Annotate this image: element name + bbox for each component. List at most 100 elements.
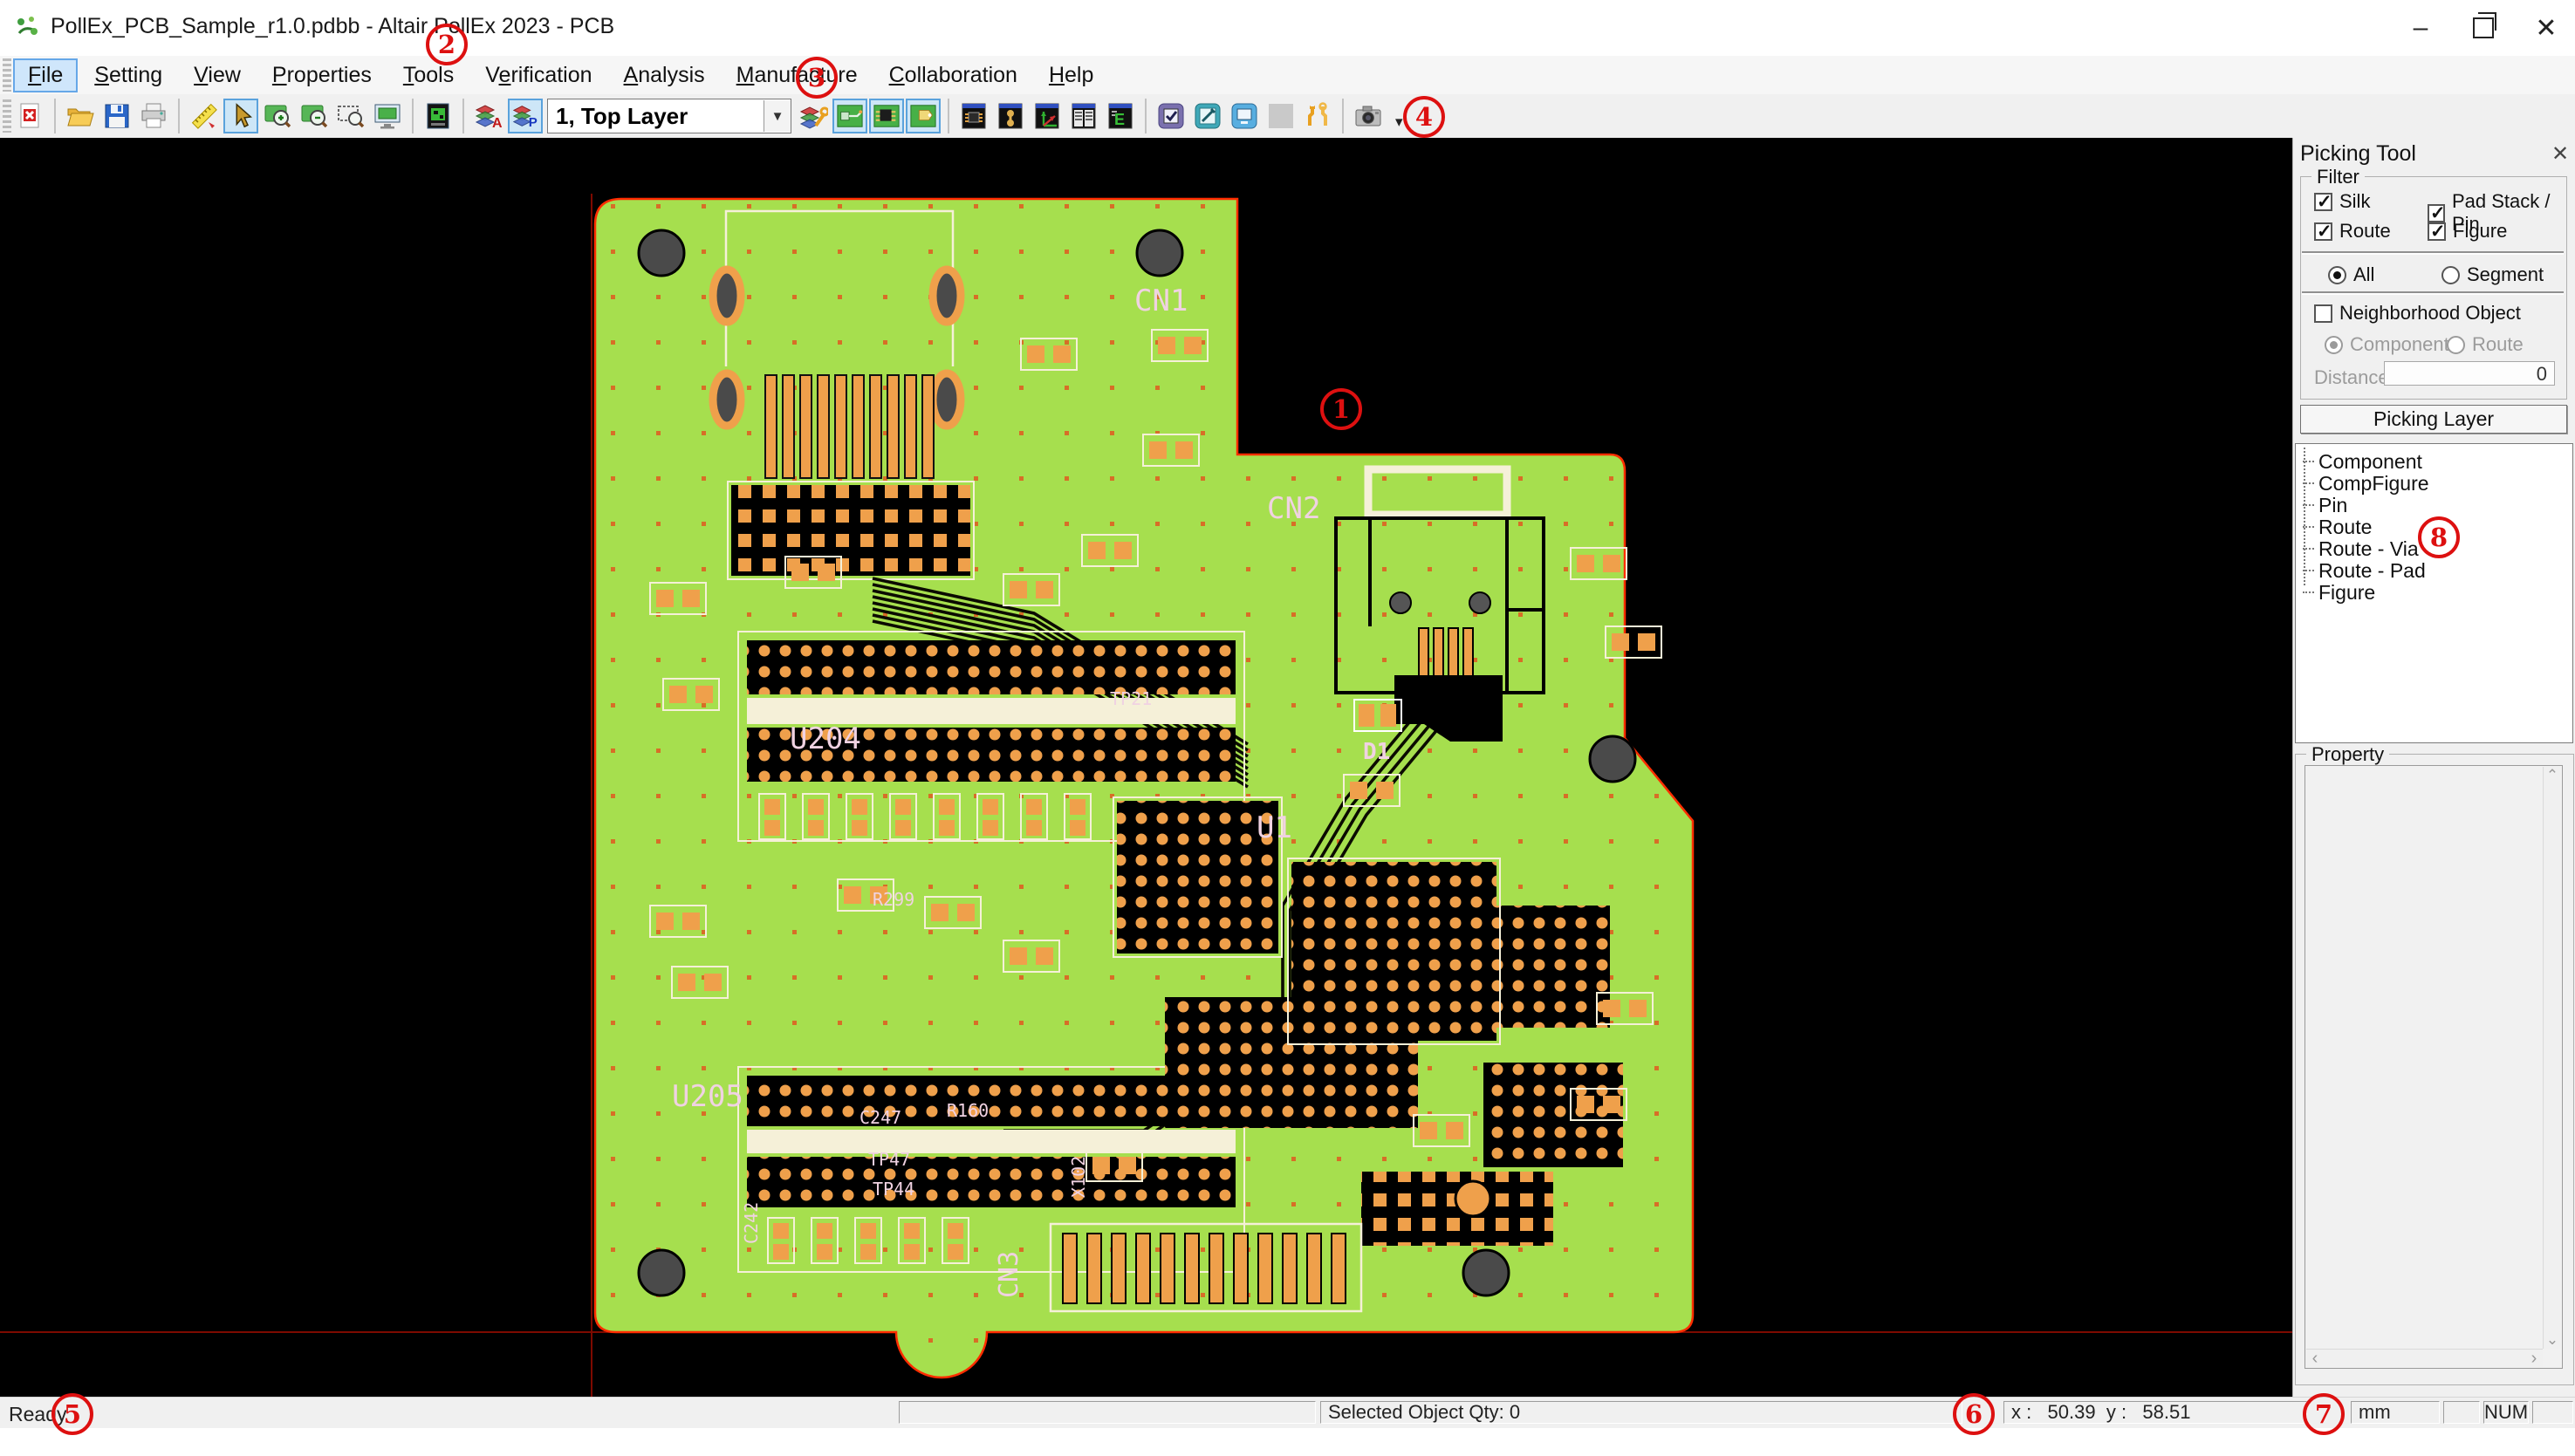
label-u205: U205 bbox=[672, 1079, 743, 1114]
scope-all-radio[interactable]: All bbox=[2328, 263, 2374, 286]
menu-verification[interactable]: Verification bbox=[470, 58, 606, 92]
status-empty-cell bbox=[2532, 1401, 2573, 1424]
minimize-button[interactable]: – bbox=[2396, 10, 2445, 45]
filter-silk-checkbox[interactable]: Silk bbox=[2314, 190, 2370, 213]
layer-item-route-pad[interactable]: Route - Pad bbox=[2296, 560, 2572, 582]
layer-all-icon[interactable]: A bbox=[471, 99, 506, 133]
menu-properties[interactable]: Properties bbox=[257, 58, 387, 92]
callout-6: 6 bbox=[1953, 1393, 1995, 1435]
picking-layer-button[interactable]: Picking Layer bbox=[2300, 405, 2567, 434]
layer-selector[interactable]: 1, Top Layer ▼ bbox=[547, 99, 791, 133]
scroll-right-icon[interactable]: › bbox=[2525, 1350, 2543, 1367]
distance-label: Distance bbox=[2314, 366, 2389, 389]
status-units: mm bbox=[2351, 1401, 2440, 1424]
net-window-icon[interactable]: E bbox=[1103, 99, 1138, 133]
separator bbox=[2302, 291, 2564, 295]
zoom-in-icon[interactable] bbox=[260, 99, 295, 133]
label-u1: U1 bbox=[1257, 810, 1292, 845]
layer-selector-dropdown-icon[interactable]: ▼ bbox=[764, 100, 791, 132]
scroll-down-icon[interactable]: ⌄ bbox=[2544, 1331, 2561, 1349]
layer-settings-icon[interactable] bbox=[796, 99, 831, 133]
print-icon[interactable] bbox=[136, 99, 171, 133]
design-check-icon[interactable] bbox=[1190, 99, 1225, 133]
layer-item-pin[interactable]: Pin bbox=[2296, 495, 2572, 516]
toolbar-separator bbox=[178, 99, 180, 133]
zoom-out-icon[interactable] bbox=[297, 99, 332, 133]
label-r160: R160 bbox=[947, 1100, 989, 1121]
open-file-icon[interactable] bbox=[63, 99, 98, 133]
filter-figure-checkbox[interactable]: Figure bbox=[2428, 220, 2507, 243]
close-document-icon[interactable] bbox=[12, 99, 47, 133]
close-button[interactable]: ✕ bbox=[2522, 10, 2571, 45]
zoom-fit-icon[interactable] bbox=[370, 99, 405, 133]
pin-window-icon[interactable] bbox=[993, 99, 1028, 133]
label-tp21: TP21 bbox=[1110, 688, 1152, 709]
checkbox-icon bbox=[2314, 304, 2332, 323]
radio-icon bbox=[2441, 266, 2460, 284]
callout-4: 4 bbox=[1403, 96, 1445, 138]
pcb-board-drawing: CN1 CN2 CN3 U1 U204 U205 D1 C247 TP47 TP… bbox=[0, 138, 2292, 1397]
zoom-window-icon[interactable] bbox=[333, 99, 368, 133]
restore-button[interactable] bbox=[2459, 10, 2508, 45]
menu-tools[interactable]: Tools bbox=[388, 58, 469, 92]
filter-route-checkbox[interactable]: Route bbox=[2314, 220, 2391, 243]
toolbar-separator bbox=[462, 99, 464, 133]
application-window: PollEx_PCB_Sample_r1.0.pdbb - Altair Pol… bbox=[0, 0, 2575, 1456]
snapshot-camera-icon[interactable] bbox=[1351, 99, 1386, 133]
pcb-canvas[interactable]: CN1 CN2 CN3 U1 U204 U205 D1 C247 TP47 TP… bbox=[0, 138, 2292, 1397]
axis-3d-icon[interactable] bbox=[1030, 99, 1065, 133]
title-bar: PollEx_PCB_Sample_r1.0.pdbb - Altair Pol… bbox=[0, 0, 2575, 56]
component-window-icon[interactable] bbox=[956, 99, 991, 133]
menu-file[interactable]: File bbox=[13, 58, 78, 92]
property-content[interactable]: ⌃ ⌄ ‹ › bbox=[2304, 765, 2563, 1369]
label-tp47: TP47 bbox=[868, 1149, 910, 1170]
label-cn2: CN2 bbox=[1267, 491, 1320, 526]
menu-bar: File Setting View Properties Tools Verif… bbox=[0, 56, 2575, 94]
viewer-icon[interactable] bbox=[1227, 99, 1262, 133]
menu-help[interactable]: Help bbox=[1034, 58, 1108, 92]
window-title: PollEx_PCB_Sample_r1.0.pdbb - Altair Pol… bbox=[51, 14, 614, 39]
select-cursor-icon[interactable] bbox=[223, 99, 258, 133]
vertical-scrollbar[interactable]: ⌃ ⌄ bbox=[2543, 767, 2561, 1349]
svg-text:E: E bbox=[1114, 111, 1125, 128]
menu-collaboration[interactable]: Collaboration bbox=[874, 58, 1032, 92]
radio-icon bbox=[2328, 266, 2346, 284]
app-logo-icon bbox=[14, 14, 40, 40]
measure-ruler-icon[interactable] bbox=[187, 99, 222, 133]
menu-setting[interactable]: Setting bbox=[79, 58, 177, 92]
menu-view[interactable]: View bbox=[179, 58, 256, 92]
checkbox-icon bbox=[2314, 193, 2332, 211]
layer-item-figure[interactable]: Figure bbox=[2296, 582, 2572, 604]
toolbar-gripper[interactable] bbox=[3, 99, 11, 133]
component-display-icon[interactable] bbox=[869, 99, 904, 133]
picking-tool-panel: Picking Tool ✕ Filter Silk Pad Stack / P… bbox=[2292, 138, 2575, 1397]
label-cn1: CN1 bbox=[1134, 284, 1188, 318]
menu-analysis[interactable]: Analysis bbox=[609, 58, 720, 92]
options-tools-icon[interactable] bbox=[1300, 99, 1335, 133]
layer-item-compfigure[interactable]: CompFigure bbox=[2296, 473, 2572, 495]
silk-display-icon[interactable] bbox=[906, 99, 941, 133]
label-u204: U204 bbox=[790, 721, 861, 756]
svg-text:P: P bbox=[529, 115, 538, 130]
panel-close-icon[interactable]: ✕ bbox=[2551, 141, 2569, 167]
scope-segment-radio[interactable]: Segment bbox=[2441, 263, 2544, 286]
distance-input[interactable]: 0 bbox=[2384, 361, 2555, 386]
callout-2: 2 bbox=[426, 24, 468, 65]
horizontal-scrollbar[interactable]: ‹ › bbox=[2306, 1349, 2543, 1367]
layer-item-component[interactable]: Component bbox=[2296, 451, 2572, 473]
neighborhood-object-checkbox[interactable]: Neighborhood Object bbox=[2314, 302, 2521, 325]
scroll-left-icon[interactable]: ‹ bbox=[2306, 1350, 2324, 1367]
verification-icon[interactable] bbox=[1154, 99, 1188, 133]
toolbar-overflow-icon[interactable]: ▾ bbox=[1395, 113, 1403, 131]
callout-3: 3 bbox=[796, 57, 838, 99]
layer-current-icon[interactable]: P bbox=[508, 99, 543, 133]
picking-layer-list[interactable]: Component CompFigure Pin Route Route - V… bbox=[2295, 443, 2573, 743]
bom-window-icon[interactable] bbox=[1066, 99, 1101, 133]
scroll-up-icon[interactable]: ⌃ bbox=[2544, 767, 2561, 784]
save-icon[interactable] bbox=[99, 99, 134, 133]
menu-gripper[interactable] bbox=[3, 58, 11, 92]
board-view-icon[interactable] bbox=[421, 99, 455, 133]
layer-selector-value: 1, Top Layer bbox=[548, 103, 764, 130]
status-num-lock: NUM bbox=[2483, 1401, 2529, 1424]
route-display-icon[interactable] bbox=[832, 99, 867, 133]
